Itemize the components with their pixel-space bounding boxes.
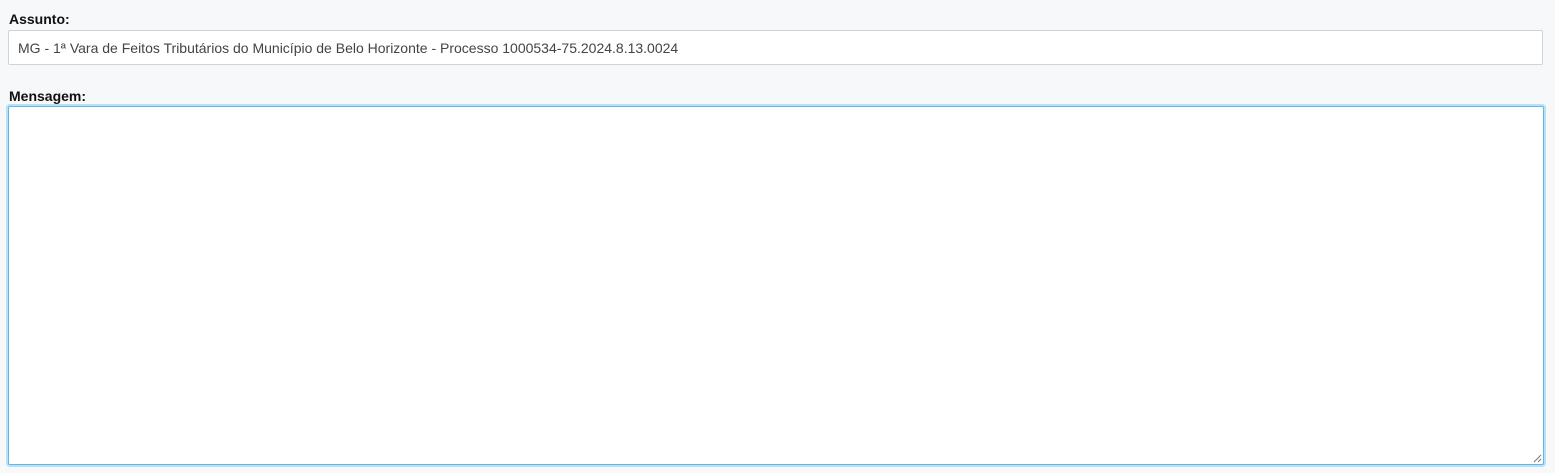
message-label: Mensagem:	[9, 88, 87, 104]
subject-input[interactable]	[8, 30, 1543, 65]
subject-label: Assunto:	[9, 11, 70, 27]
message-textarea[interactable]	[8, 106, 1544, 465]
message-form: Assunto: Mensagem:	[0, 0, 1555, 473]
resize-grip-icon[interactable]	[1531, 452, 1542, 463]
